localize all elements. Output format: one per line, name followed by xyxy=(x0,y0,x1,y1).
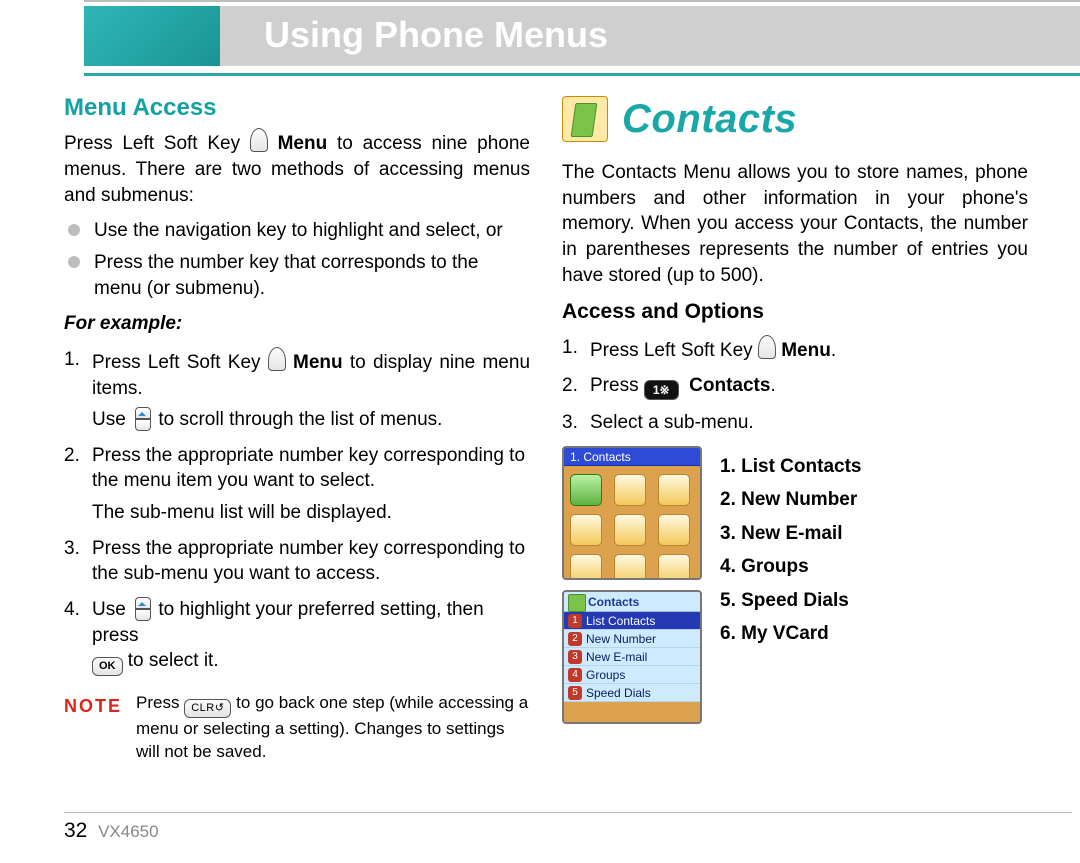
text: to scroll through the list of menus. xyxy=(158,409,442,430)
menu-access-heading: Menu Access xyxy=(64,92,530,124)
contacts-label: Contacts xyxy=(689,375,770,396)
header-image-block xyxy=(84,6,220,66)
menu-icon xyxy=(658,554,690,580)
soft-key-icon xyxy=(268,347,286,371)
screen-row: New E-mail xyxy=(564,648,700,666)
step-2: Press the appropriate number key corresp… xyxy=(64,443,530,526)
text: Use xyxy=(92,409,131,430)
example-steps: Press Left Soft Key Menu to display nine… xyxy=(64,347,530,676)
list-item: 2. New Number xyxy=(720,485,1028,514)
footer-rule xyxy=(64,812,1072,813)
access-steps: Press Left Soft Key Menu. Press 1※ Conta… xyxy=(562,335,1028,436)
ok-key-icon: OK xyxy=(92,657,123,676)
list-item: Use the navigation key to highlight and … xyxy=(68,218,530,244)
model-number: VX4650 xyxy=(98,822,159,841)
list-item: Press the number key that corresponds to… xyxy=(68,250,530,301)
list-item: 4. Groups xyxy=(720,552,1028,581)
text: to select it. xyxy=(128,650,219,671)
menu-icon xyxy=(614,514,646,546)
rule xyxy=(84,0,1080,2)
step-3: Select a sub-menu. xyxy=(562,410,1028,436)
text: . xyxy=(770,375,775,396)
menu-icon xyxy=(570,474,602,506)
footer: 32 VX4650 xyxy=(64,819,159,843)
key-1-icon: 1※ xyxy=(644,380,679,400)
screen-row: Groups xyxy=(564,666,700,684)
menu-icon xyxy=(614,474,646,506)
text: Press Left Soft Key xyxy=(64,133,250,154)
screen-mockups: 1. Contacts xyxy=(562,446,702,724)
contacts-heading: Contacts xyxy=(562,92,1028,146)
text: Press Left Soft Key xyxy=(590,340,758,361)
header: Using Phone Menus xyxy=(84,0,1080,76)
text: Press xyxy=(136,693,184,712)
rule xyxy=(84,73,1080,76)
menu-icon xyxy=(658,474,690,506)
step-4: Use to highlight your preferred setting,… xyxy=(64,597,530,676)
list-item: 6. My VCard xyxy=(720,619,1028,648)
menu-icon xyxy=(658,514,690,546)
submenu-list: 1. List Contacts 2. New Number 3. New E-… xyxy=(720,446,1028,653)
right-column: Contacts The Contacts Menu allows you to… xyxy=(562,92,1028,764)
access-options-heading: Access and Options xyxy=(562,298,1028,326)
list-item: 5. Speed Dials xyxy=(720,586,1028,615)
list-item: 3. New E-mail xyxy=(720,519,1028,548)
text: Press Left Soft Key xyxy=(92,352,268,373)
step-2: Press 1※ Contacts. xyxy=(562,373,1028,400)
left-column: Menu Access Press Left Soft Key Menu to … xyxy=(64,92,530,764)
screen-row: Speed Dials xyxy=(564,684,700,702)
note: NOTE Press CLR↺ to go back one step (whi… xyxy=(64,692,530,764)
list-item: 1. List Contacts xyxy=(720,452,1028,481)
method-list: Use the navigation key to highlight and … xyxy=(64,218,530,301)
soft-key-icon xyxy=(250,128,268,152)
menu-icon xyxy=(614,554,646,580)
content-columns: Menu Access Press Left Soft Key Menu to … xyxy=(64,76,1028,764)
note-text: Press CLR↺ to go back one step (while ac… xyxy=(136,692,530,764)
page-number: 32 xyxy=(64,819,87,842)
screen-row: List Contacts xyxy=(564,612,700,630)
step-2-sub: The sub-menu list will be displayed. xyxy=(92,500,530,526)
text: Press the appropriate number key corresp… xyxy=(92,538,525,585)
step-1: Press Left Soft Key Menu. xyxy=(562,335,1028,364)
page: Using Phone Menus Menu Access Press Left… xyxy=(0,0,1080,863)
submenu-illustration: 1. Contacts xyxy=(562,446,1028,724)
scroll-key-icon xyxy=(131,407,153,431)
screen-row: New Number xyxy=(564,630,700,648)
menu-icon xyxy=(570,514,602,546)
contacts-icon xyxy=(562,96,608,142)
contacts-intro: The Contacts Menu allows you to store na… xyxy=(562,160,1028,288)
note-label: NOTE xyxy=(64,692,122,764)
page-title: Using Phone Menus xyxy=(264,14,608,56)
step-3: Press the appropriate number key corresp… xyxy=(64,536,530,587)
menu-label: Menu xyxy=(293,352,343,373)
scroll-key-icon xyxy=(131,597,153,621)
text: Press xyxy=(590,375,644,396)
example-label: For example: xyxy=(64,311,530,337)
text: Use xyxy=(92,599,131,620)
screen-title: Contacts xyxy=(564,592,700,612)
phone-screen-list: Contacts List Contacts New Number New E-… xyxy=(562,590,702,724)
step-1-sub: Use to scroll through the list of menus. xyxy=(92,407,530,433)
menu-label: Menu xyxy=(278,133,328,154)
menu-icon xyxy=(570,554,602,580)
icon-grid xyxy=(564,466,700,580)
phone-screen-icons: 1. Contacts xyxy=(562,446,702,580)
contacts-title: Contacts xyxy=(622,92,797,146)
menu-label: Menu xyxy=(781,340,831,361)
step-1: Press Left Soft Key Menu to display nine… xyxy=(64,347,530,433)
soft-key-icon xyxy=(758,335,776,359)
text: Press the appropriate number key corresp… xyxy=(92,445,525,492)
menu-access-intro: Press Left Soft Key Menu to access nine … xyxy=(64,128,530,208)
screen-title: 1. Contacts xyxy=(564,448,700,466)
clr-key-icon: CLR↺ xyxy=(184,699,231,718)
text: . xyxy=(831,340,836,361)
